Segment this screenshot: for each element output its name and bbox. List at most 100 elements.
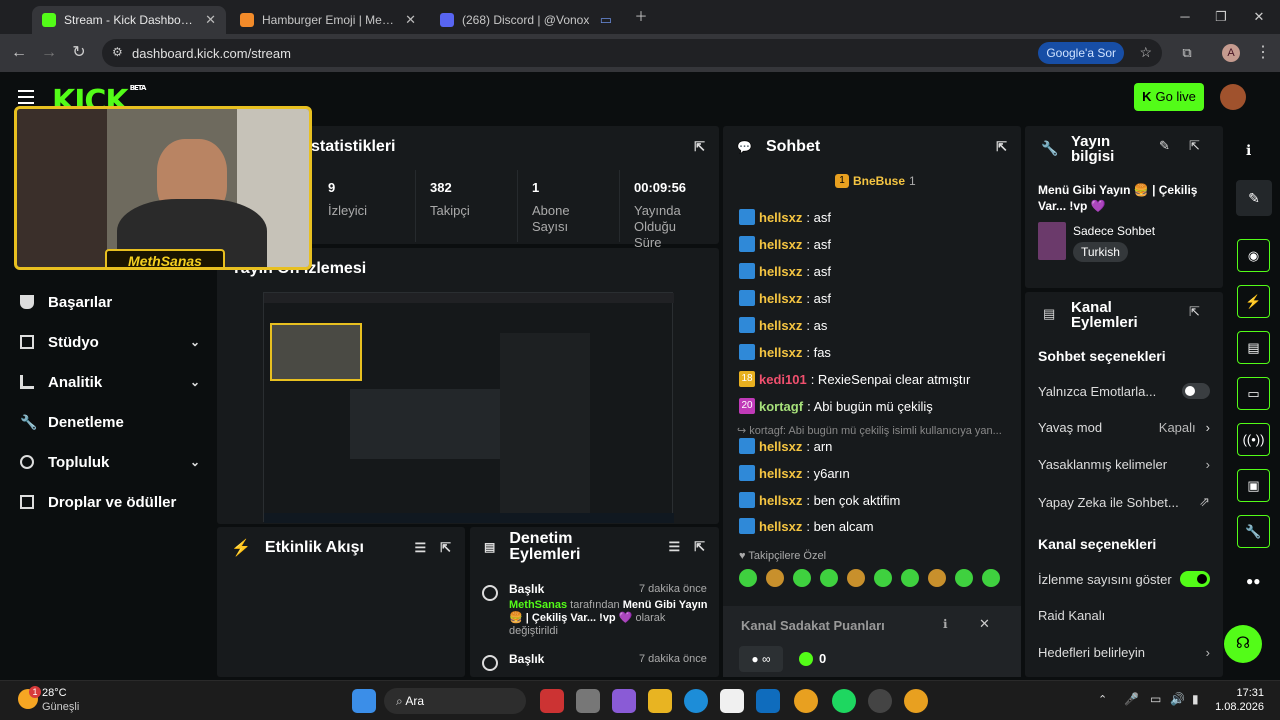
- sidebar-item-analytics[interactable]: Analitik ⌄: [20, 370, 200, 394]
- filter-icon[interactable]: ☰: [414, 540, 426, 556]
- bookmark-star-icon[interactable]: ☆: [1139, 44, 1152, 61]
- forward-icon[interactable]: →: [38, 42, 60, 64]
- category-thumbnail[interactable]: [1038, 222, 1066, 260]
- chat-username[interactable]: hellsxz: [759, 439, 802, 454]
- emote-icon[interactable]: [928, 569, 946, 587]
- url-text[interactable]: dashboard.kick.com/stream: [132, 46, 291, 61]
- task-view-icon[interactable]: [576, 689, 600, 713]
- popout-icon[interactable]: ⇱: [1189, 304, 1200, 320]
- emote-icon[interactable]: [739, 569, 757, 587]
- chevron-down-icon[interactable]: ⌄: [190, 375, 200, 389]
- emote-picker-button[interactable]: ● ∞: [739, 646, 783, 672]
- app-icon[interactable]: [868, 689, 892, 713]
- support-headset-icon[interactable]: ☊: [1224, 625, 1262, 663]
- popout-icon[interactable]: ⇱: [694, 139, 705, 155]
- points-icon[interactable]: ●●: [1246, 574, 1261, 588]
- close-icon[interactable]: ✕: [979, 616, 990, 632]
- chat-username[interactable]: hellsxz: [759, 291, 802, 306]
- emote-icon[interactable]: [982, 569, 1000, 587]
- close-tab-icon[interactable]: ✕: [205, 12, 216, 28]
- view-count-row[interactable]: İzlenme sayısını göster: [1038, 571, 1210, 587]
- google-ask-button[interactable]: Google'a Sor: [1038, 42, 1124, 64]
- chat-username[interactable]: hellsxz: [759, 318, 802, 333]
- language-tag[interactable]: Turkish: [1073, 242, 1128, 262]
- emote-icon[interactable]: [901, 569, 919, 587]
- chat-username[interactable]: kortagf: [759, 399, 803, 414]
- taskbar-search[interactable]: ⌕ Ara: [384, 688, 526, 714]
- bolt-icon[interactable]: ⚡: [1237, 285, 1270, 318]
- volume-icon[interactable]: 🔊: [1170, 692, 1185, 706]
- tab-hamburger[interactable]: Hamburger Emoji | Meaning ✕: [230, 6, 426, 34]
- tab-media-icon[interactable]: ▭: [600, 12, 612, 28]
- clock-time[interactable]: 17:31: [1234, 687, 1264, 699]
- chat-username[interactable]: hellsxz: [759, 466, 802, 481]
- chat-username[interactable]: hellsxz: [759, 493, 802, 508]
- tab-discord[interactable]: (268) Discord | @Vonox ▭: [430, 6, 622, 34]
- outlook-icon[interactable]: [756, 689, 780, 713]
- chevron-down-icon[interactable]: ⌄: [190, 335, 200, 349]
- file-explorer-icon[interactable]: [648, 689, 672, 713]
- emote-icon[interactable]: [874, 569, 892, 587]
- chrome-icon[interactable]: [794, 689, 818, 713]
- close-window-icon[interactable]: ✕: [1244, 6, 1274, 28]
- sidebar-item-achievements[interactable]: Başarılar: [20, 290, 200, 314]
- document-icon[interactable]: ▤: [1237, 331, 1270, 364]
- mic-icon[interactable]: 🎤: [1124, 692, 1139, 706]
- tab-kick-dashboard[interactable]: Stream - Kick Dashboard ✕: [32, 6, 226, 34]
- browser-menu-icon[interactable]: ⋮: [1252, 42, 1274, 64]
- banned-words-row[interactable]: Yasaklanmış kelimeler ›: [1038, 457, 1210, 472]
- chat-username[interactable]: kedi101: [759, 372, 807, 387]
- view-count-toggle[interactable]: [1180, 571, 1210, 587]
- chevron-down-icon[interactable]: ⌄: [190, 455, 200, 469]
- profile-avatar[interactable]: A: [1222, 44, 1240, 62]
- broadcast-icon[interactable]: ((•)): [1237, 423, 1270, 456]
- popout-icon[interactable]: ⇱: [996, 139, 1007, 155]
- popout-icon[interactable]: ⇱: [440, 540, 451, 556]
- ai-chat-row[interactable]: Yapay Zeka ile Sohbet... ⇗: [1038, 494, 1210, 510]
- emote-icon[interactable]: [793, 569, 811, 587]
- hamburger-menu-icon[interactable]: [18, 90, 34, 104]
- user-avatar[interactable]: [1220, 84, 1246, 110]
- edit-icon[interactable]: ✎: [1159, 138, 1170, 154]
- info-icon[interactable]: ℹ: [943, 617, 948, 631]
- chat-username[interactable]: hellsxz: [759, 210, 802, 225]
- sidebar-item-community[interactable]: Topluluk ⌄: [20, 450, 200, 474]
- new-tab-icon[interactable]: ＋: [626, 6, 656, 28]
- close-tab-icon[interactable]: ✕: [405, 12, 416, 28]
- minimize-icon[interactable]: ─: [1170, 6, 1200, 28]
- emote-only-row[interactable]: Yalnızca Emotlarla...: [1038, 383, 1210, 399]
- store-icon[interactable]: [720, 689, 744, 713]
- search-highlight-icon[interactable]: [540, 689, 564, 713]
- layout-icon[interactable]: ▣: [1237, 469, 1270, 502]
- emote-icon[interactable]: [766, 569, 784, 587]
- raid-row[interactable]: Raid Kanalı: [1038, 608, 1210, 623]
- sidebar-item-moderation[interactable]: 🔧 Denetleme: [20, 410, 200, 434]
- camera-icon[interactable]: ◉: [1237, 239, 1270, 272]
- clock-date[interactable]: 1.08.2026: [1210, 701, 1264, 713]
- chat-username[interactable]: hellsxz: [759, 237, 802, 252]
- copilot-icon[interactable]: [612, 689, 636, 713]
- chat-username[interactable]: hellsxz: [759, 264, 802, 279]
- emote-only-toggle[interactable]: [1182, 383, 1210, 399]
- emote-icon[interactable]: [955, 569, 973, 587]
- network-icon[interactable]: ▭: [1150, 692, 1161, 706]
- back-icon[interactable]: ←: [8, 42, 30, 64]
- emote-icon[interactable]: [820, 569, 838, 587]
- popout-icon[interactable]: ⇱: [694, 539, 705, 555]
- slow-mode-row[interactable]: Yavaş mod Kapalı ›: [1038, 420, 1210, 435]
- edit-layout-icon[interactable]: ✎: [1236, 180, 1272, 216]
- spotify-icon[interactable]: [832, 689, 856, 713]
- edge-icon[interactable]: [684, 689, 708, 713]
- tray-chevron-icon[interactable]: ⌃: [1098, 693, 1107, 706]
- maximize-icon[interactable]: ❐: [1206, 6, 1236, 28]
- omnibox[interactable]: ⚙ dashboard.kick.com/stream Google'a Sor…: [102, 39, 1162, 67]
- category-name[interactable]: Sadece Sohbet: [1073, 224, 1155, 238]
- preview-video[interactable]: [263, 292, 674, 523]
- site-info-icon[interactable]: ⚙: [112, 45, 123, 59]
- windows-start-icon[interactable]: [352, 689, 376, 713]
- go-live-button[interactable]: K Go live: [1134, 83, 1204, 111]
- chat-icon[interactable]: ▭: [1237, 377, 1270, 410]
- reload-icon[interactable]: ↻: [68, 42, 90, 64]
- battery-icon[interactable]: ▮: [1192, 692, 1199, 706]
- pinned-gifter[interactable]: 1 BneBuse 1: [835, 174, 916, 188]
